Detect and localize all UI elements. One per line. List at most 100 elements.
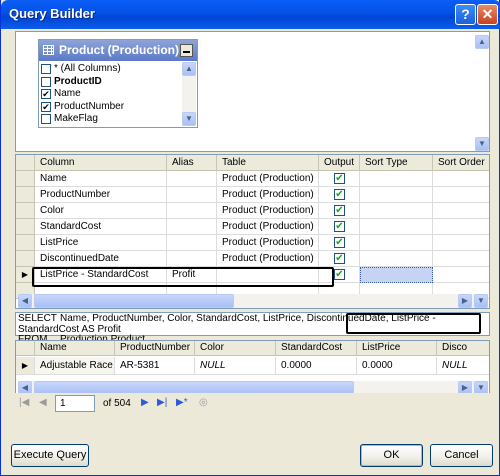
help-button[interactable]: ?: [455, 4, 476, 25]
table-field-item[interactable]: ✔ Name: [41, 88, 179, 101]
grid-cell-sort-order[interactable]: [433, 171, 489, 187]
grid-cell-table[interactable]: Product (Production): [217, 251, 319, 267]
table-field-item[interactable]: MakeFlag: [41, 113, 179, 126]
diagram-pane[interactable]: Product (Production) * (All Columns) Prod…: [15, 31, 490, 152]
output-checkbox-icon[interactable]: ✔: [334, 189, 345, 200]
results-row-selector[interactable]: ▶: [16, 357, 35, 375]
grid-header-sort-order[interactable]: Sort Order: [433, 155, 489, 171]
grid-cell-sort-order[interactable]: [433, 203, 489, 219]
output-checkbox-icon[interactable]: ✔: [334, 173, 345, 184]
grid-cell-column[interactable]: StandardCost: [35, 219, 167, 235]
results-header-name[interactable]: Name: [35, 341, 115, 356]
grid-cell-sort-type[interactable]: [360, 219, 433, 235]
grid-cell-column[interactable]: ProductNumber: [35, 187, 167, 203]
results-header-standardcost[interactable]: StandardCost: [276, 341, 357, 356]
results-cell[interactable]: 0.0000: [276, 357, 357, 375]
grid-cell-sort-order[interactable]: [433, 219, 489, 235]
checked-checkbox-icon[interactable]: ✔: [41, 101, 51, 112]
output-checkbox-icon[interactable]: ✔: [334, 253, 345, 264]
grid-cell-alias[interactable]: [167, 203, 217, 219]
criteria-grid[interactable]: Column Alias Table Output Sort Type Sort…: [15, 154, 490, 309]
table-field-item[interactable]: * (All Columns): [41, 63, 179, 76]
first-record-icon[interactable]: |◀: [19, 397, 29, 408]
row-selector[interactable]: [16, 171, 35, 187]
grid-cell-sort-order[interactable]: [433, 235, 489, 251]
cancel-button[interactable]: Cancel: [430, 444, 493, 467]
grid-cell-sort-type[interactable]: [360, 267, 433, 283]
new-record-icon[interactable]: ▶*: [176, 397, 188, 408]
field-list-scrollbar[interactable]: ▲ ▼: [182, 62, 196, 126]
grid-cell-sort-type[interactable]: [360, 203, 433, 219]
grid-cell-sort-order[interactable]: [433, 187, 489, 203]
grid-row[interactable]: DiscontinuedDate Product (Production) ✔: [16, 251, 489, 267]
grid-row[interactable]: ProductNumber Product (Production) ✔: [16, 187, 489, 203]
grid-row[interactable]: Name Product (Production) ✔: [16, 171, 489, 187]
checkbox-icon[interactable]: [41, 76, 51, 87]
grid-cell-alias[interactable]: [167, 187, 217, 203]
grid-cell-table[interactable]: Product (Production): [217, 187, 319, 203]
grid-h-scrollbar[interactable]: ◀ ▶ ▼: [18, 294, 488, 308]
table-field-item[interactable]: ProductID: [41, 76, 179, 89]
minimize-icon[interactable]: [180, 44, 193, 57]
grid-cell-alias[interactable]: [167, 251, 217, 267]
grid-cell-sort-type[interactable]: [360, 187, 433, 203]
grid-header-output[interactable]: Output: [319, 155, 360, 171]
grid-header-column[interactable]: Column: [35, 155, 167, 171]
results-cell[interactable]: 0.0000: [357, 357, 437, 375]
grid-cell-table[interactable]: Product (Production): [217, 235, 319, 251]
row-selector[interactable]: [16, 203, 35, 219]
diagram-scroll-up-icon[interactable]: ▲: [475, 35, 489, 49]
grid-cell-sort-order[interactable]: [433, 251, 489, 267]
grid-cell-table[interactable]: Product (Production): [217, 171, 319, 187]
previous-record-icon[interactable]: ◀: [39, 397, 47, 408]
row-selector[interactable]: [16, 219, 35, 235]
checkbox-icon[interactable]: [41, 114, 51, 124]
grid-cell-table[interactable]: Product (Production): [217, 219, 319, 235]
execute-query-button[interactable]: Execute Query: [11, 444, 89, 467]
results-header-listprice[interactable]: ListPrice: [357, 341, 437, 356]
checked-checkbox-icon[interactable]: ✔: [41, 89, 51, 99]
grid-header-sort-type[interactable]: Sort Type: [360, 155, 433, 171]
grid-header-alias[interactable]: Alias: [167, 155, 217, 171]
grid-scroll-left-icon[interactable]: ◀: [18, 294, 32, 308]
scroll-up-icon[interactable]: ▲: [182, 62, 196, 76]
table-box-header[interactable]: Product (Production): [39, 40, 197, 61]
results-header-disco[interactable]: Disco: [437, 341, 489, 356]
grid-cell-alias[interactable]: [167, 235, 217, 251]
stop-icon[interactable]: ◎: [199, 397, 208, 408]
output-checkbox-icon[interactable]: ✔: [334, 269, 345, 280]
results-header-color[interactable]: Color: [195, 341, 276, 356]
results-cell[interactable]: AR-5381: [115, 357, 195, 375]
grid-cell-sort-type[interactable]: [360, 251, 433, 267]
row-selector[interactable]: [16, 251, 35, 267]
grid-cell-alias[interactable]: [167, 171, 217, 187]
sql-pane[interactable]: SELECT Name, ProductNumber, Color, Standa…: [15, 312, 490, 345]
diagram-scroll-down-icon[interactable]: ▼: [475, 137, 489, 151]
grid-row[interactable]: Color Product (Production) ✔: [16, 203, 489, 219]
grid-scroll-down-icon[interactable]: ▼: [474, 294, 488, 308]
output-checkbox-icon[interactable]: ✔: [334, 237, 345, 248]
grid-cell-column[interactable]: DiscontinuedDate: [35, 251, 167, 267]
results-cell[interactable]: NULL: [437, 357, 489, 375]
page-number-input[interactable]: 1: [55, 395, 95, 412]
checkbox-icon[interactable]: [41, 64, 51, 74]
grid-header-table[interactable]: Table: [217, 155, 319, 171]
results-cell[interactable]: NULL: [195, 357, 276, 375]
next-record-icon[interactable]: ▶: [141, 397, 149, 408]
grid-cell-sort-order[interactable]: [433, 267, 489, 283]
grid-scroll-thumb[interactable]: [34, 294, 234, 308]
row-selector[interactable]: [16, 235, 35, 251]
grid-cell-sort-type[interactable]: [360, 235, 433, 251]
scroll-down-icon[interactable]: ▼: [182, 112, 196, 126]
table-field-item[interactable]: ✔ ProductNumber: [41, 101, 179, 114]
grid-cell-sort-type[interactable]: [360, 171, 433, 187]
grid-cell-table[interactable]: Product (Production): [217, 203, 319, 219]
grid-row[interactable]: ListPrice Product (Production) ✔: [16, 235, 489, 251]
grid-cell-column[interactable]: ListPrice: [35, 235, 167, 251]
close-button[interactable]: ✕: [477, 4, 498, 25]
table-box-product[interactable]: Product (Production) * (All Columns) Prod…: [38, 39, 198, 128]
results-pane[interactable]: Name ProductNumber Color StandardCost Li…: [15, 340, 490, 397]
output-checkbox-icon[interactable]: ✔: [334, 205, 345, 216]
grid-scroll-right-icon[interactable]: ▶: [458, 294, 472, 308]
results-header-productnumber[interactable]: ProductNumber: [115, 341, 195, 356]
